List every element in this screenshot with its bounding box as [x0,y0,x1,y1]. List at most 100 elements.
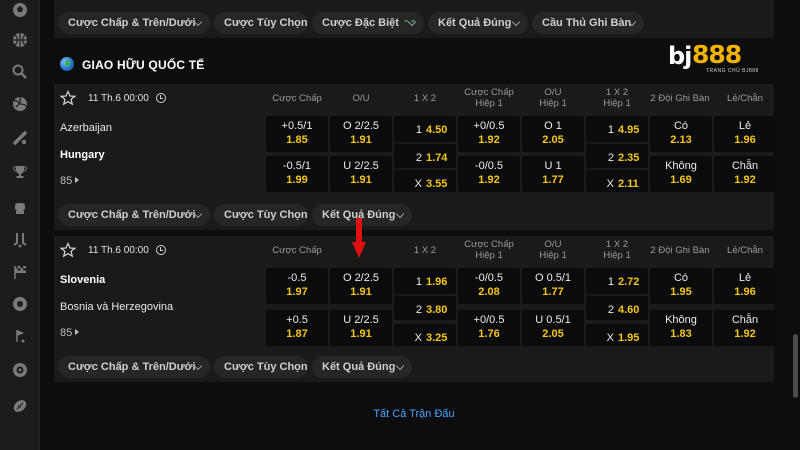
odds-cell[interactable]: +0/0.5 1.92 [458,116,520,152]
clock-icon [156,93,166,103]
team-home: Azerbaijan [60,122,112,134]
col-1x2-h1: 1 X 2 Hiệp 1 [603,239,631,261]
col-over-under-h1: O/U Hiệp 1 [539,239,567,261]
rugby-icon[interactable] [10,396,30,416]
trophy-icon[interactable] [10,162,30,182]
odds-cell[interactable]: U 1 1.77 [522,156,584,192]
col-over-under-h1: O/U Hiệp 1 [539,87,567,109]
chip-custom-bet[interactable]: Cược Tùy Chọn [214,12,308,34]
odds-cell[interactable]: X 3.55 [394,170,456,192]
red-arrow-annotation [352,218,366,258]
col-odd-even: Lẻ/Chẵn [727,93,763,104]
odds-cell[interactable]: -0/0.5 1.92 [458,156,520,192]
odds-cell[interactable]: -0/0.5 2.08 [458,268,520,304]
match-time: 11 Th.6 00:00 [88,245,149,256]
col-handicap: Cược Chấp [272,93,322,104]
odds-cell[interactable]: Lẻ 1.96 [714,268,776,304]
match-time: 11 Th.6 00:00 [88,93,149,104]
sports-sidebar [0,0,40,450]
boxing-icon[interactable] [10,198,30,218]
chevron-down-icon [511,17,521,27]
odds-cell[interactable]: Lẻ 1.96 [714,116,776,152]
odds-cell[interactable]: U 0.5/1 2.05 [522,310,584,346]
odds-cell[interactable]: Có 1.95 [650,268,712,304]
col-handicap: Cược Chấp [272,245,322,256]
chip-correct-score[interactable]: Kết Quả Đúng [428,12,528,34]
basketball-icon[interactable] [10,30,30,50]
col-handicap-h1: Cược Chấp Hiệp 1 [464,239,514,261]
odds-cell[interactable]: U 2/2.5 1.91 [330,310,392,346]
chip-handicap-over-under[interactable]: Cược Chấp & Trên/Dưới [58,356,210,378]
baseball-icon[interactable] [10,128,30,148]
soccer-ball-icon[interactable] [10,0,30,20]
league-title: GIAO HỮU QUỐC TẾ [82,58,205,72]
odds-cell[interactable]: 2 1.74 [394,144,456,168]
chip-correct-score[interactable]: Kết Quả Đúng [312,356,412,378]
bet-type-chips: Cược Chấp & Trên/Dưới Cược Tùy Chọn Cược… [54,12,774,36]
odds-cell[interactable]: O 2/2.5 1.91 [330,116,392,152]
col-1x2: 1 X 2 [413,245,437,256]
odds-cell[interactable]: 2 4.60 [586,296,648,320]
snooker-icon[interactable] [10,360,30,380]
hockey-icon[interactable] [10,230,30,250]
clock-icon [156,245,166,255]
chevron-down-icon [395,209,405,219]
chip-custom-bet[interactable]: Cược Tùy Chọn [214,204,308,226]
favorite-star-icon[interactable] [60,90,76,106]
scrollbar-thumb[interactable] [793,334,798,398]
odds-cell[interactable]: Không 1.83 [650,310,712,346]
league-header: GIAO HỮU QUỐC TẾ [54,48,774,82]
odds-cell[interactable]: 1 2.72 [586,268,648,294]
odds-cell[interactable]: 1 1.96 [394,268,456,294]
col-both-score: 2 Đội Ghi Bàn [650,93,710,104]
odds-cell[interactable]: 1 4.50 [394,116,456,142]
odds-cell[interactable]: X 1.95 [586,324,648,346]
chevron-right-icon [75,177,80,183]
volleyball-icon[interactable] [10,94,30,114]
odds-cell[interactable]: 2 2.35 [586,144,648,168]
col-odd-even: Lẻ/Chẵn [727,245,763,256]
col-handicap-h1: Cược Chấp Hiệp 1 [464,87,514,109]
col-over-under: O/U [352,93,370,104]
chip-handicap-over-under[interactable]: Cược Chấp & Trên/Dưới [58,204,210,226]
odds-cell[interactable]: -0.5/1 1.99 [266,156,328,192]
tennis-icon[interactable] [10,62,30,82]
odds-cell[interactable]: O 1 2.05 [522,116,584,152]
chevron-down-icon [395,361,405,371]
team-away: Bosnia và Herzegovina [60,301,174,313]
chip-custom-bet[interactable]: Cược Tùy Chọn [214,356,308,378]
odds-cell[interactable]: 2 3.80 [394,296,456,320]
odds-cell-highlighted[interactable]: O 2/2.5 1.91 [330,268,392,304]
all-matches-link[interactable]: Tất Cả Trận Đấu [54,408,774,420]
odds-cell[interactable]: 1 4.95 [586,116,648,142]
racing-flag-icon[interactable] [10,262,30,282]
odds-cell[interactable]: Chẵn 1.92 [714,156,776,192]
odds-cell[interactable]: X 3.25 [394,324,456,346]
chevron-right-icon [75,329,80,335]
odds-cell[interactable]: +0.5 1.87 [266,310,328,346]
match-2-chips: Cược Chấp & Trên/Dưới Cược Tùy Chọn Kết … [54,356,774,380]
golf-icon[interactable] [10,326,30,346]
odds-cell[interactable]: Có 2.13 [650,116,712,152]
col-both-score: 2 Đội Ghi Bàn [650,245,710,256]
odds-cell[interactable]: X 2.11 [586,170,648,192]
esports-icon[interactable] [10,294,30,314]
col-1x2-h1: 1 X 2 Hiệp 1 [603,87,631,109]
chip-handicap-over-under[interactable]: Cược Chấp & Trên/Dưới [58,12,210,34]
odds-cell[interactable]: U 2/2.5 1.91 [330,156,392,192]
more-markets-link[interactable]: 85 [60,327,80,339]
team-away: Hungary [60,149,105,161]
odds-cell[interactable]: Không 1.69 [650,156,712,192]
chip-goal-scorer[interactable]: Cầu Thủ Ghi Bàn [532,12,644,34]
favorite-star-icon[interactable] [60,242,76,258]
team-home: Slovenia [60,274,106,286]
odds-cell[interactable]: Chẵn 1.92 [714,310,776,346]
odds-cell[interactable]: +0.5/1 1.85 [266,116,328,152]
chip-special-bet[interactable]: Cược Đặc Biệt ⌃⌃ [312,12,424,34]
match-1-chips: Cược Chấp & Trên/Dưới Cược Tùy Chọn Kết … [54,204,774,228]
more-markets-link[interactable]: 85 [60,175,80,187]
odds-cell[interactable]: -0.5 1.97 [266,268,328,304]
main-content: Cược Chấp & Trên/Dưới Cược Tùy Chọn Cược… [54,0,776,450]
odds-cell[interactable]: O 0.5/1 1.77 [522,268,584,304]
odds-cell[interactable]: +0/0.5 1.76 [458,310,520,346]
